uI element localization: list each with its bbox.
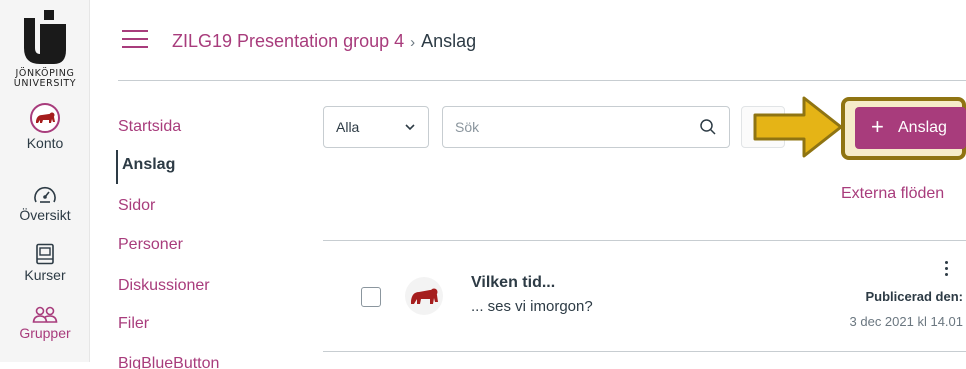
course-nav-home[interactable]: Startsida — [118, 118, 181, 136]
chevron-down-icon — [405, 124, 415, 131]
list-divider-bottom — [323, 351, 966, 352]
course-nav-bigbluebutton[interactable]: BigBlueButton — [118, 355, 219, 369]
course-nav-discussions[interactable]: Diskussioner — [118, 277, 210, 295]
breadcrumb-separator: › — [410, 34, 416, 51]
global-nav-dashboard-label: Översikt — [19, 207, 71, 223]
global-nav-dashboard[interactable]: Översikt — [0, 185, 90, 223]
global-nav-courses-label: Kurser — [24, 267, 66, 283]
external-feeds-link[interactable]: Externa flöden — [841, 185, 944, 203]
hamburger-menu-icon[interactable] — [122, 30, 148, 50]
author-avatar — [405, 277, 443, 315]
global-nav: JÖNKÖPING UNIVERSITY Konto Översikt Kurs… — [0, 0, 90, 369]
header-divider — [118, 80, 966, 81]
published-label: Publicerad den: — [865, 289, 963, 304]
search-icon — [700, 119, 716, 135]
logo-mark-icon — [24, 10, 66, 64]
dashboard-icon — [34, 186, 56, 203]
search-box[interactable] — [442, 106, 730, 148]
page-header: ZILG19 Presentation group 4 › Anslag — [118, 18, 966, 80]
avatar-icon — [30, 103, 60, 133]
breadcrumb-current: Anslag — [421, 31, 477, 51]
announcement-checkbox[interactable] — [361, 287, 381, 307]
university-logo[interactable]: JÖNKÖPING UNIVERSITY — [0, 8, 90, 89]
add-announcement-label: Anslag — [898, 119, 947, 136]
global-nav-account[interactable]: Konto — [0, 103, 90, 151]
course-nav-announcements[interactable]: Anslag — [116, 150, 175, 184]
course-nav-files[interactable]: Filer — [118, 315, 149, 333]
nav-next-item-edge — [0, 362, 90, 369]
groups-icon — [32, 306, 58, 323]
global-nav-groups[interactable]: Grupper — [0, 305, 90, 341]
global-nav-courses[interactable]: Kurser — [0, 243, 90, 283]
course-nav-people[interactable]: Personer — [118, 236, 183, 254]
more-options-icon[interactable] — [942, 261, 950, 281]
announcement-message: ... ses vi imorgon? — [471, 298, 593, 315]
global-nav-account-label: Konto — [26, 135, 64, 151]
logo-text-line2: UNIVERSITY — [13, 78, 77, 89]
add-announcement-button[interactable]: + Anslag — [855, 107, 966, 149]
plus-icon: + — [871, 114, 884, 139]
breadcrumb-course-link[interactable]: ZILG19 Presentation group 4 — [172, 31, 404, 51]
search-input[interactable] — [455, 115, 685, 139]
breadcrumb: ZILG19 Presentation group 4 › Anslag — [172, 31, 476, 52]
list-item[interactable]: Vilken tid... ... ses vi imorgon? Public… — [323, 241, 966, 351]
announcement-title[interactable]: Vilken tid... — [471, 274, 555, 292]
global-nav-groups-label: Grupper — [19, 325, 71, 341]
courses-icon — [36, 243, 54, 265]
highlight-arrow-icon — [753, 96, 843, 158]
filter-select-value: Alla — [336, 119, 360, 135]
course-nav-pages[interactable]: Sidor — [118, 197, 155, 215]
author-avatar-icon — [411, 288, 438, 304]
filter-select[interactable]: Alla — [323, 106, 429, 148]
published-date: 3 dec 2021 kl 14.01 — [849, 314, 963, 329]
